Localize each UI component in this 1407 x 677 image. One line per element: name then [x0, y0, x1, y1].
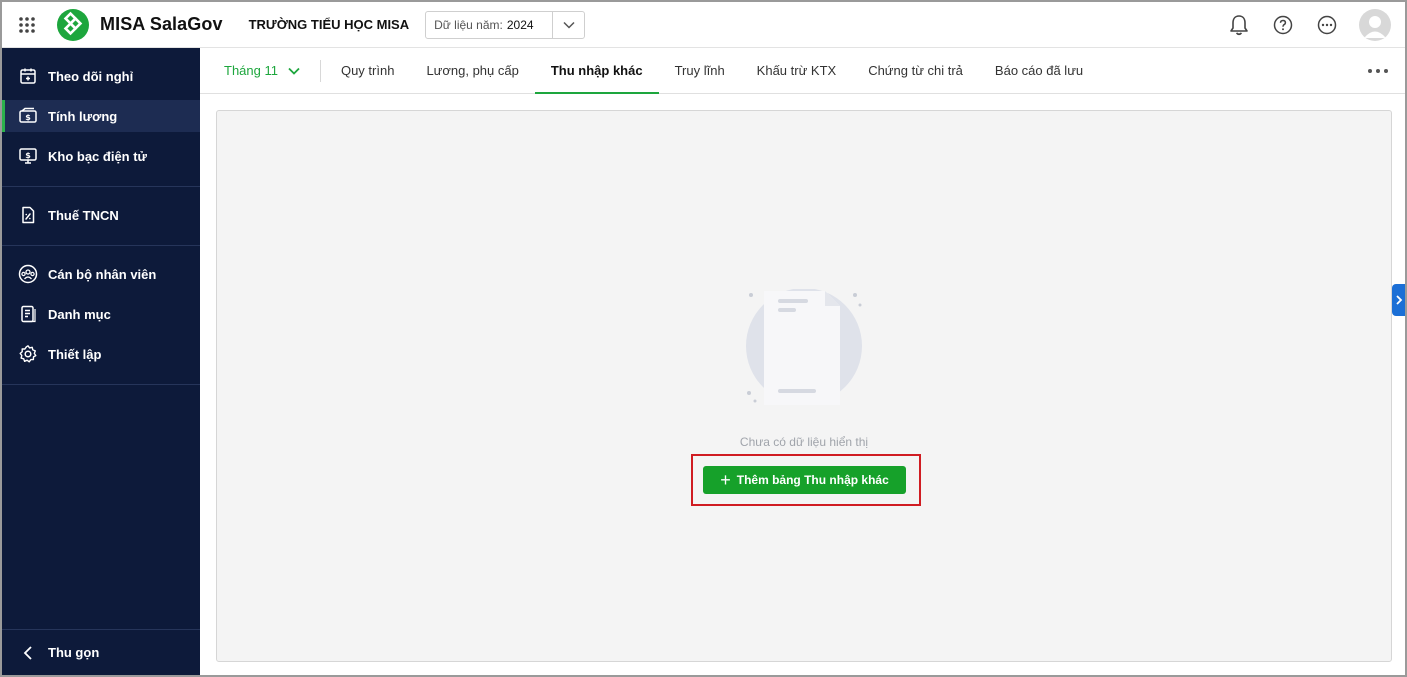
main-content: Chưa có dữ liệu hiển thị + Thêm bảng Thu…	[216, 110, 1392, 662]
staff-icon	[18, 264, 38, 284]
tab-back-pay[interactable]: Truy lĩnh	[659, 48, 741, 93]
sidebar-group-tax: Thuế TNCN	[2, 187, 200, 246]
organization-name: TRƯỜNG TIỂU HỌC MISA	[248, 17, 410, 32]
tab-saved-reports[interactable]: Báo cáo đã lưu	[979, 48, 1099, 93]
sidebar-item-label: Thiết lập	[48, 346, 102, 362]
tab-dorm-deduction[interactable]: Khấu trừ KTX	[741, 48, 853, 93]
year-select-label: Dữ liệu năm:	[434, 17, 503, 32]
sidebar-item-label: Tính lương	[48, 108, 118, 124]
tab-divider	[319, 59, 321, 82]
app-launcher-button[interactable]	[2, 2, 52, 48]
sidebar: Theo dõi nghỉ $ Tính lương $ Kho bạc điệ…	[2, 48, 200, 675]
chevron-down-icon	[288, 67, 300, 75]
empty-state-text: Chưa có dữ liệu hiển thị	[739, 435, 869, 449]
tab-process[interactable]: Quy trình	[325, 48, 410, 93]
sidebar-item-staff[interactable]: Cán bộ nhân viên	[2, 258, 200, 290]
app-header: MISA SalaGov TRƯỜNG TIỂU HỌC MISA Dữ liệ…	[2, 2, 1405, 48]
gear-icon	[18, 344, 38, 364]
collapse-label: Thu gọn	[48, 645, 100, 660]
grid-icon	[19, 16, 35, 33]
tab-payment-vouchers[interactable]: Chứng từ chi trả	[852, 48, 979, 93]
sidebar-item-payroll[interactable]: $ Tính lương	[2, 100, 200, 132]
treasury-icon: $	[18, 146, 38, 166]
month-select[interactable]: Tháng 11	[200, 48, 320, 93]
sidebar-item-label: Thuế TNCN	[48, 207, 119, 223]
year-select[interactable]: Dữ liệu năm: 2024	[425, 10, 586, 39]
plus-icon: +	[720, 470, 731, 490]
sidebar-group-payroll: Theo dõi nghỉ $ Tính lương $ Kho bạc điệ…	[2, 48, 200, 187]
svg-text:$: $	[25, 113, 31, 122]
tab-bar: Tháng 11 Quy trình Lương, phụ cấp Thu nh…	[200, 48, 1405, 94]
sidebar-item-leave-tracking[interactable]: Theo dõi nghỉ	[2, 60, 200, 92]
sidebar-item-treasury[interactable]: $ Kho bạc điện tử	[2, 140, 200, 172]
user-icon	[1364, 15, 1386, 38]
right-panel-toggle[interactable]	[1392, 284, 1405, 316]
add-button-label: Thêm bảng Thu nhập khác	[736, 473, 889, 487]
add-other-income-table-button[interactable]: + Thêm bảng Thu nhập khác	[703, 466, 906, 494]
calendar-icon	[18, 66, 38, 86]
sidebar-item-label: Danh mục	[48, 306, 111, 322]
misa-logo-icon	[57, 8, 89, 41]
empty-document-icon	[746, 289, 862, 405]
year-select-value: 2024	[506, 17, 534, 32]
month-select-value: Tháng 11	[224, 63, 278, 78]
salary-icon: $	[18, 106, 38, 126]
sidebar-item-label: Theo dõi nghỉ	[48, 68, 134, 84]
svg-text:$: $	[25, 151, 31, 160]
sidebar-group-settings: Cán bộ nhân viên Danh mục Thiết lập	[2, 246, 200, 385]
chevron-right-icon	[1395, 295, 1402, 305]
tab-salary-allowance[interactable]: Lương, phụ cấp	[410, 48, 534, 93]
tab-other-income[interactable]: Thu nhập khác	[534, 48, 659, 94]
bell-icon[interactable]	[1227, 13, 1251, 37]
chevron-left-icon	[18, 643, 38, 663]
tax-icon	[18, 205, 38, 225]
collapse-sidebar-button[interactable]: Thu gọn	[2, 629, 200, 675]
sidebar-item-catalog[interactable]: Danh mục	[2, 298, 200, 330]
chevron-down-icon[interactable]	[552, 11, 584, 38]
more-options-icon[interactable]	[1315, 13, 1339, 37]
sidebar-item-settings[interactable]: Thiết lập	[2, 338, 200, 370]
sidebar-item-label: Cán bộ nhân viên	[48, 266, 157, 282]
more-tabs-icon[interactable]	[1367, 48, 1405, 93]
sidebar-item-label: Kho bạc điện tử	[48, 148, 147, 164]
help-icon[interactable]	[1271, 13, 1295, 37]
app-title: MISA SalaGov	[100, 14, 223, 34]
sidebar-item-tax[interactable]: Thuế TNCN	[2, 199, 200, 231]
catalog-icon	[18, 304, 38, 324]
avatar[interactable]	[1359, 8, 1391, 41]
